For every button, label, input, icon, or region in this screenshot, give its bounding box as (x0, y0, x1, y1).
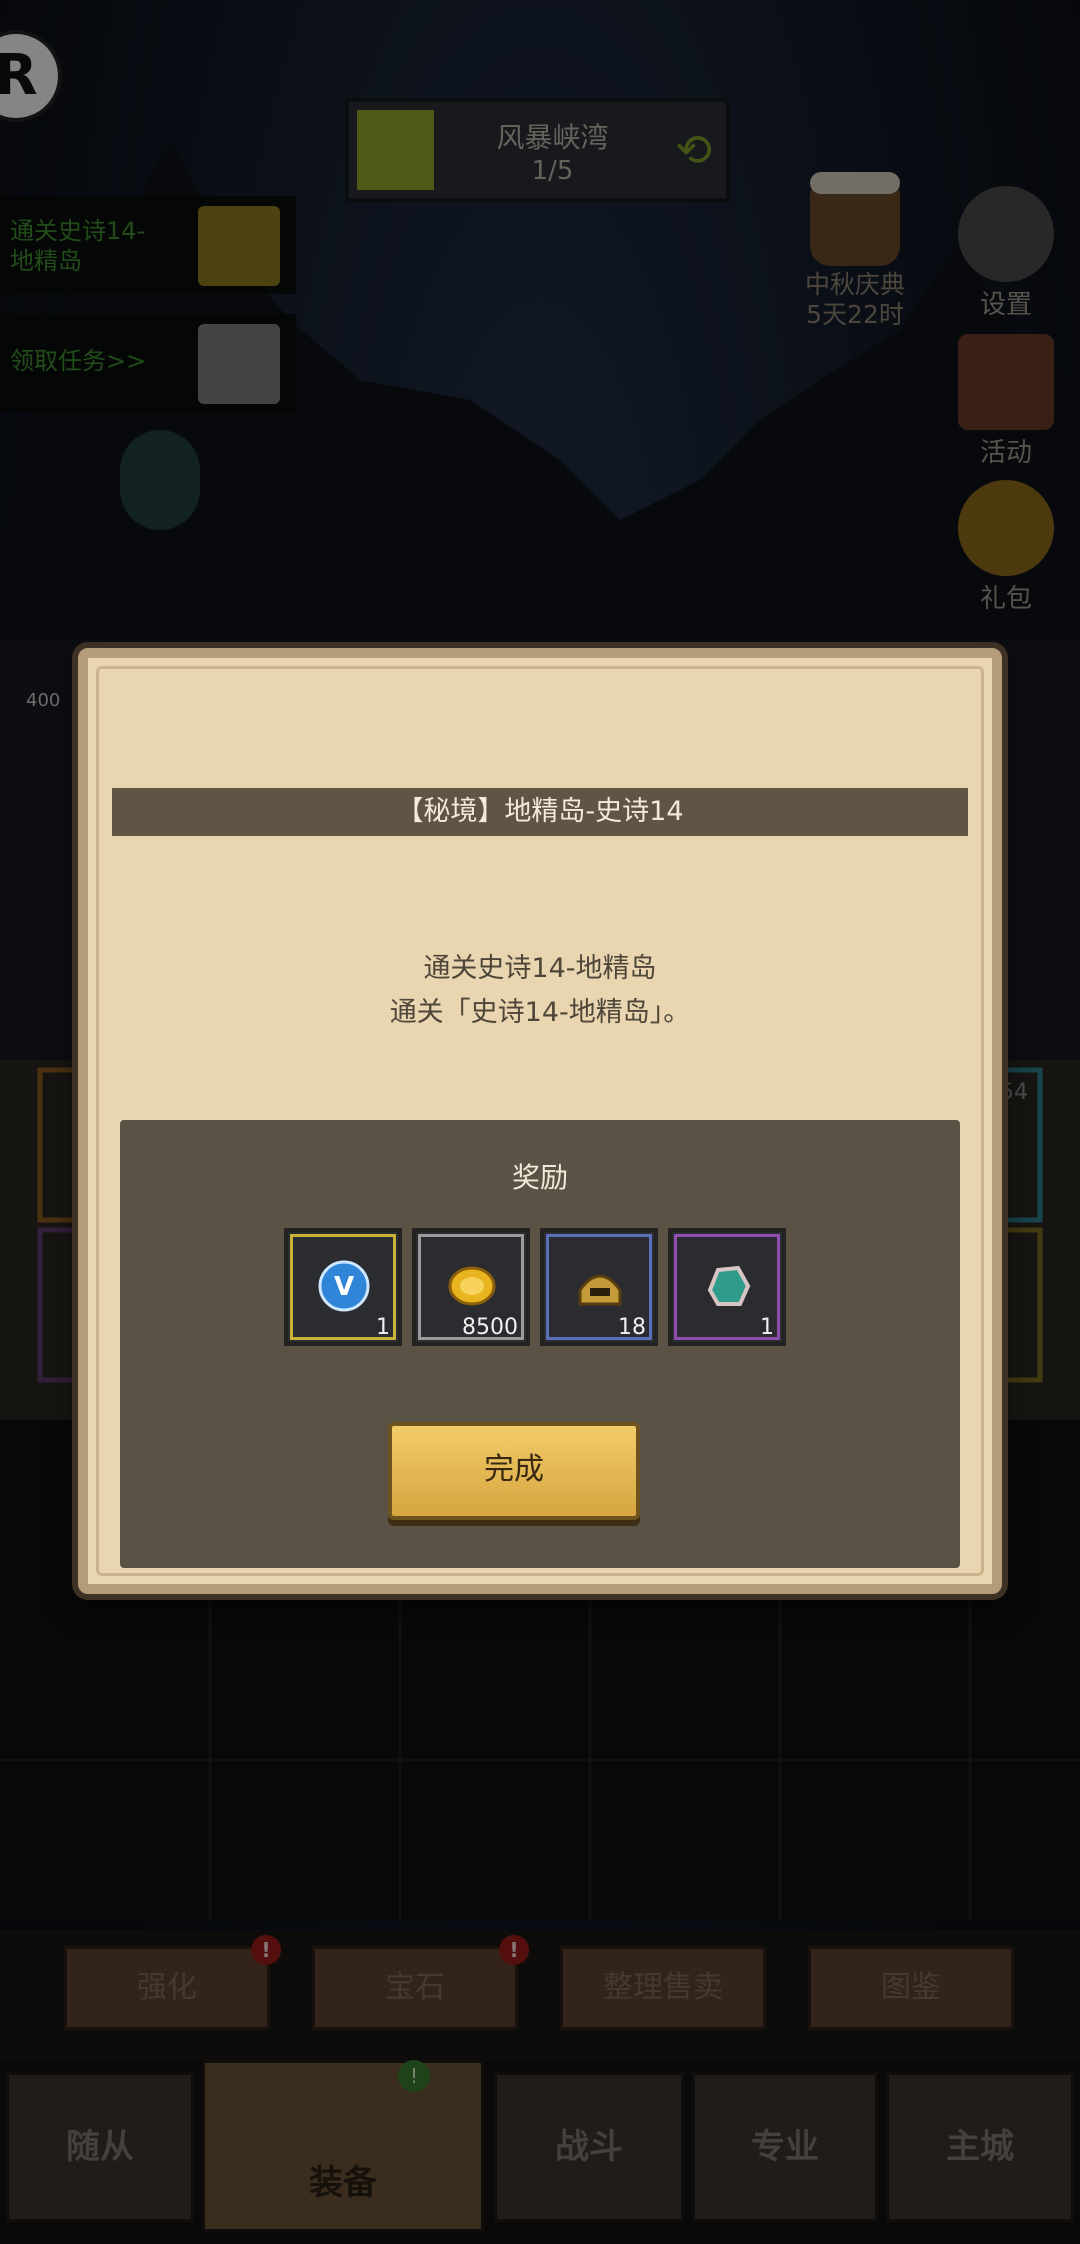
reward-qty: 18 (618, 1315, 646, 1340)
v-token-icon: V (318, 1260, 370, 1312)
quest-description-title: 通关史诗14-地精岛 (423, 953, 657, 984)
dialog-title: 【秘境】地精岛-史诗14 (112, 788, 968, 836)
quest-description-text: 通关「史诗14-地精岛」。 (389, 997, 691, 1028)
gold-coin-icon (448, 1266, 496, 1306)
reward-title: 奖励 (511, 1161, 568, 1194)
quest-complete-dialog: 【秘境】地精岛-史诗14 通关史诗14-地精岛 通关「史诗14-地精岛」。 奖励… (78, 648, 1002, 1594)
reward-slot-gold[interactable]: 8500 (412, 1228, 530, 1346)
helmet-icon (578, 1274, 622, 1306)
reward-slot-ore[interactable]: 1 (668, 1228, 786, 1346)
reward-qty: 1 (760, 1315, 774, 1340)
complete-button[interactable]: 完成 (388, 1422, 640, 1520)
reward-qty: 1 (376, 1315, 390, 1340)
reward-slot-helmet[interactable]: 18 (540, 1228, 658, 1346)
svg-text:V: V (334, 1272, 354, 1302)
reward-qty: 8500 (462, 1315, 518, 1340)
reward-slot-v-token[interactable]: V 1 (284, 1228, 402, 1346)
ore-gem-icon (707, 1265, 751, 1306)
